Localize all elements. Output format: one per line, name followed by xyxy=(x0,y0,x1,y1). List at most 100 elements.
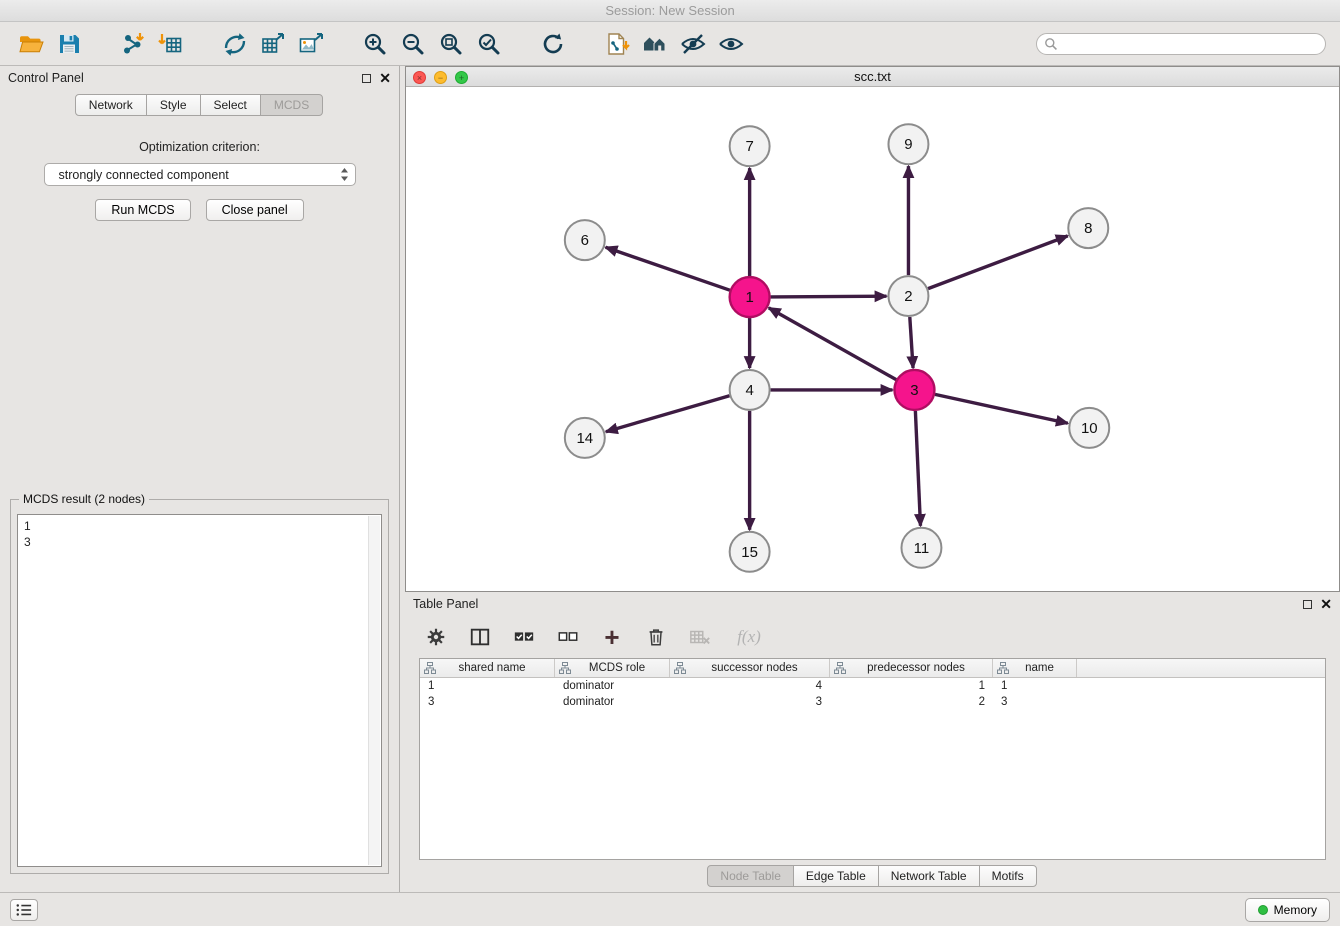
open-session-icon[interactable] xyxy=(12,26,50,62)
graph-node-7[interactable]: 7 xyxy=(730,126,770,166)
tab-node-table[interactable]: Node Table xyxy=(707,865,794,887)
mcds-result-list[interactable]: 13 xyxy=(17,514,382,867)
graph-node-10[interactable]: 10 xyxy=(1069,408,1109,448)
graph-node-9[interactable]: 9 xyxy=(888,124,928,164)
show-all-icon[interactable] xyxy=(712,26,750,62)
import-network-icon[interactable] xyxy=(114,26,152,62)
result-scrollbar[interactable] xyxy=(368,516,380,865)
table-panel-header: Table Panel ✕ xyxy=(405,592,1340,616)
table-row[interactable]: 3dominator323 xyxy=(420,694,1325,710)
graph-node-14[interactable]: 14 xyxy=(565,418,605,458)
graph-node-4[interactable]: 4 xyxy=(730,370,770,410)
table-cell[interactable]: 4 xyxy=(670,678,830,694)
graph-edge-2-3[interactable] xyxy=(910,317,913,368)
tab-network-table[interactable]: Network Table xyxy=(878,865,980,887)
table-cell[interactable]: 1 xyxy=(420,678,555,694)
criterion-dropdown[interactable]: strongly connected component xyxy=(44,163,356,186)
graph-node-2[interactable]: 2 xyxy=(888,276,928,316)
graph-node-15[interactable]: 15 xyxy=(730,532,770,572)
tab-motifs[interactable]: Motifs xyxy=(979,865,1037,887)
graph-node-6[interactable]: 6 xyxy=(565,220,605,260)
new-network-from-selection-icon[interactable] xyxy=(598,26,636,62)
svg-text:11: 11 xyxy=(914,540,930,557)
table-panel-title: Table Panel xyxy=(413,597,478,611)
column-type-icon xyxy=(424,662,436,674)
table-cell[interactable]: 1 xyxy=(993,678,1077,694)
hide-selected-icon[interactable] xyxy=(674,26,712,62)
close-panel-icon[interactable]: ✕ xyxy=(379,73,391,83)
delete-table-icon[interactable] xyxy=(687,624,713,650)
table-cell[interactable]: 2 xyxy=(830,694,993,710)
column-header-successor-nodes[interactable]: successor nodes xyxy=(670,659,830,677)
control-panel-header: Control Panel ✕ xyxy=(0,66,399,90)
graph-node-3[interactable]: 3 xyxy=(894,370,934,410)
import-table-icon[interactable] xyxy=(152,26,190,62)
table-cell[interactable]: 3 xyxy=(993,694,1077,710)
statusbar: Memory xyxy=(0,892,1340,926)
column-type-icon xyxy=(997,662,1009,674)
close-panel-button[interactable]: Close panel xyxy=(206,199,304,221)
tab-edge-table[interactable]: Edge Table xyxy=(793,865,879,887)
column-header-MCDS-role[interactable]: MCDS role xyxy=(555,659,670,677)
search-box xyxy=(1036,33,1326,55)
network-view-window: × − + scc.txt 7 9 6 8 1 2 4 3 14 10 15 11 xyxy=(405,66,1340,592)
graph-node-11[interactable]: 11 xyxy=(901,528,941,568)
export-network-icon[interactable] xyxy=(216,26,254,62)
close-window-icon[interactable]: × xyxy=(413,71,426,84)
delete-column-icon[interactable] xyxy=(643,624,669,650)
close-table-panel-icon[interactable]: ✕ xyxy=(1320,599,1332,609)
task-history-button[interactable] xyxy=(10,899,38,921)
float-panel-icon[interactable] xyxy=(362,74,371,83)
add-column-icon[interactable]: + xyxy=(599,624,625,650)
zoom-in-icon[interactable] xyxy=(356,26,394,62)
first-neighbors-icon[interactable] xyxy=(636,26,674,62)
zoom-selected-icon[interactable] xyxy=(470,26,508,62)
deselect-all-columns-icon[interactable] xyxy=(555,624,581,650)
column-header-predecessor-nodes[interactable]: predecessor nodes xyxy=(830,659,993,677)
graph-edge-1-2[interactable] xyxy=(771,296,887,297)
table-cell[interactable]: 3 xyxy=(420,694,555,710)
run-mcds-button[interactable]: Run MCDS xyxy=(95,199,190,221)
table-cell[interactable]: 1 xyxy=(830,678,993,694)
table-header-row: shared nameMCDS rolesuccessor nodesprede… xyxy=(420,659,1325,678)
tab-mcds[interactable]: MCDS xyxy=(260,94,323,116)
export-image-icon[interactable] xyxy=(292,26,330,62)
column-header-shared-name[interactable]: shared name xyxy=(420,659,555,677)
function-builder-icon[interactable]: f(x) xyxy=(731,624,767,650)
export-table-icon[interactable] xyxy=(254,26,292,62)
graph-edge-4-14[interactable] xyxy=(606,396,730,432)
settings-gear-icon[interactable] xyxy=(423,624,449,650)
tab-network[interactable]: Network xyxy=(75,94,147,116)
network-window-titlebar: × − + scc.txt xyxy=(406,67,1339,87)
zoom-fit-icon[interactable] xyxy=(432,26,470,62)
graph-edge-1-6[interactable] xyxy=(606,247,730,290)
tab-select[interactable]: Select xyxy=(200,94,261,116)
network-canvas[interactable]: 7 9 6 8 1 2 4 3 14 10 15 11 xyxy=(406,87,1339,591)
graph-node-8[interactable]: 8 xyxy=(1068,208,1108,248)
table-cell[interactable]: dominator xyxy=(555,678,670,694)
svg-text:9: 9 xyxy=(904,136,912,153)
fx-label: f(x) xyxy=(737,627,761,647)
graph-node-1[interactable]: 1 xyxy=(730,277,770,317)
svg-text:15: 15 xyxy=(741,544,758,561)
main-toolbar xyxy=(0,22,1340,66)
minimize-window-icon[interactable]: − xyxy=(434,71,447,84)
table-row[interactable]: 1dominator411 xyxy=(420,678,1325,694)
memory-button[interactable]: Memory xyxy=(1245,898,1330,922)
table-cell[interactable]: 3 xyxy=(670,694,830,710)
graph-edge-3-11[interactable] xyxy=(915,411,920,526)
column-layout-icon[interactable] xyxy=(467,624,493,650)
refresh-icon[interactable] xyxy=(534,26,572,62)
save-session-icon[interactable] xyxy=(50,26,88,62)
graph-edge-2-8[interactable] xyxy=(928,236,1068,289)
select-all-columns-icon[interactable] xyxy=(511,624,537,650)
graph-edge-3-10[interactable] xyxy=(935,394,1068,423)
maximize-window-icon[interactable]: + xyxy=(455,71,468,84)
zoom-out-icon[interactable] xyxy=(394,26,432,62)
tab-style[interactable]: Style xyxy=(146,94,201,116)
search-input[interactable] xyxy=(1036,33,1326,55)
float-table-panel-icon[interactable] xyxy=(1303,600,1312,609)
table-cell[interactable]: dominator xyxy=(555,694,670,710)
graph-edge-3-1[interactable] xyxy=(769,308,896,380)
column-header-name[interactable]: name xyxy=(993,659,1077,677)
